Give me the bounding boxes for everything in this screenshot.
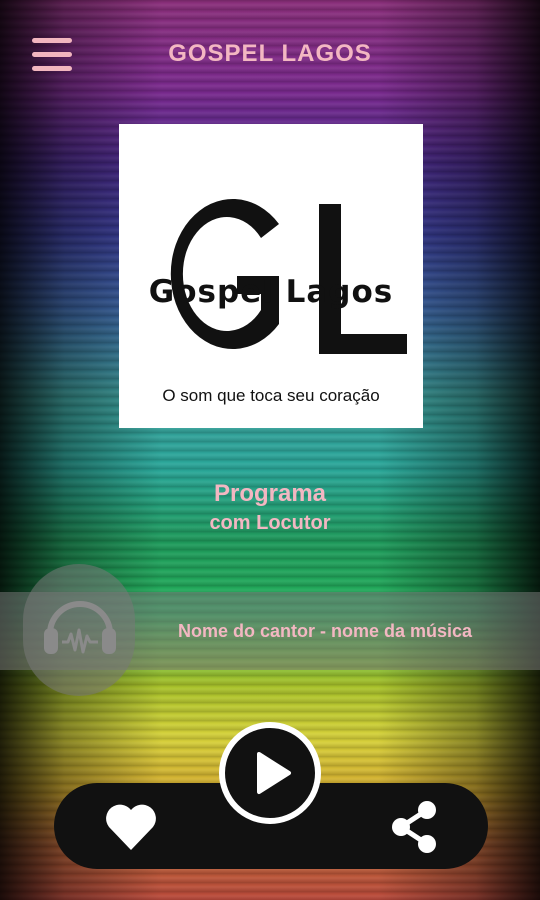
logo-monogram [170,199,407,354]
now-playing-text: Nome do cantor - nome da música [178,621,473,641]
heart-icon[interactable] [104,802,158,852]
program-name: Programa [213,480,327,507]
play-button[interactable] [219,722,321,824]
app-title: GOSPEL LAGOS [168,40,372,67]
station-logo: Gospel Lagos O som que toca seu coração [119,124,423,428]
play-icon [257,752,291,794]
headphones-icon [44,601,116,654]
logo-brand-text: Gospel Lagos [148,274,394,310]
logo-slogan: O som que toca seu coração [162,386,380,405]
app-header: GOSPEL LAGOS [0,0,540,112]
share-icon[interactable] [389,800,441,854]
program-info: Programa com Locutor [0,480,540,535]
program-host: com Locutor [209,512,331,534]
